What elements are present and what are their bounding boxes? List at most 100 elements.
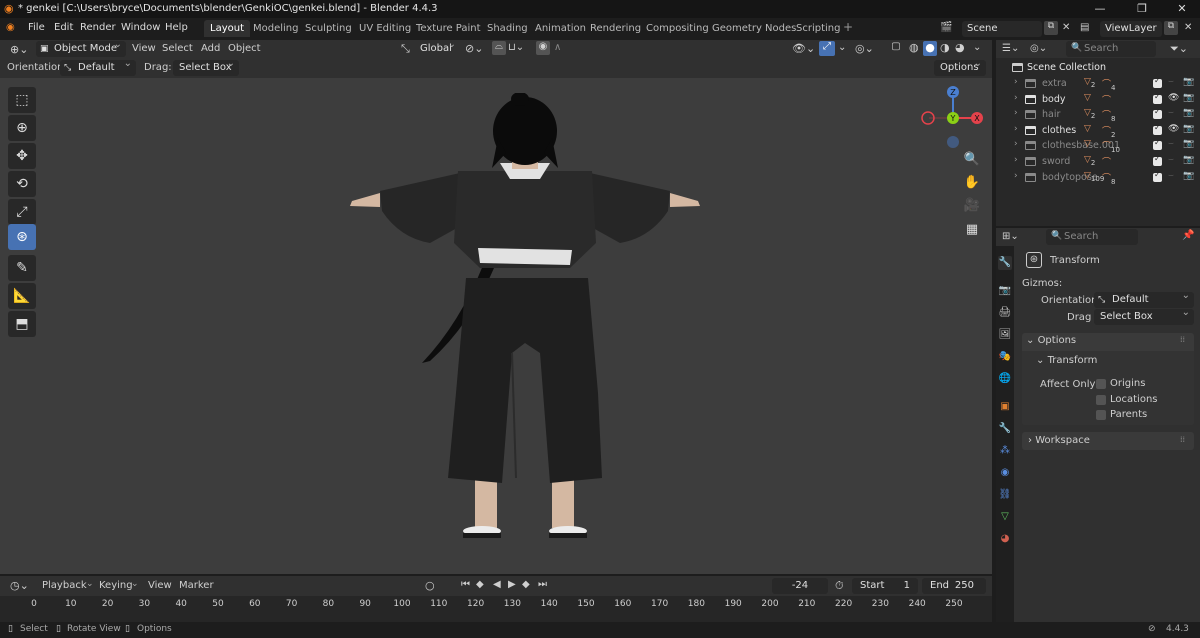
viewlayer-remove-icon[interactable]: ✕ — [1184, 22, 1192, 33]
drag-dropdown[interactable]: Select Box — [173, 58, 239, 76]
eye-closed-icon[interactable]: ⌣ — [1168, 108, 1174, 118]
outliner-row-body[interactable]: › body ▽ ⌒ 👁 📷 — [996, 92, 1200, 108]
outliner-search[interactable]: 🔍 Search — [1066, 41, 1156, 57]
camera-icon[interactable]: 📷 — [1183, 124, 1194, 134]
scene-tab-icon[interactable]: 🎭 — [998, 350, 1012, 364]
outliner-row-clothes[interactable]: › clothes ▽ ⌒2 👁 📷 — [996, 123, 1200, 139]
rotate-tool-icon[interactable]: ⟲ — [8, 171, 36, 197]
jump-start-icon[interactable]: ⏮ — [461, 579, 470, 590]
play-reverse-icon[interactable]: ◀ — [493, 579, 501, 590]
menu-select[interactable]: Select — [162, 43, 193, 54]
menu-file[interactable]: File — [28, 22, 45, 33]
snap-target-icon[interactable]: ⊔⌄ — [508, 42, 524, 53]
particles-tab-icon[interactable]: ⁂ — [998, 444, 1012, 458]
snap-icon[interactable]: ⌓ — [492, 41, 506, 55]
jump-end-icon[interactable]: ⏭ — [538, 579, 547, 590]
tab-geometry-nodes[interactable]: Geometry Nodes — [707, 22, 801, 35]
xray-icon[interactable]: ▢ — [889, 41, 903, 55]
tab-uv-editing[interactable]: UV Editing — [354, 22, 416, 35]
menu-render[interactable]: Render — [80, 22, 116, 33]
outliner-row-sword[interactable]: › sword ▽2 ⌒ ⌣ 📷 — [996, 154, 1200, 170]
current-frame-field[interactable]: -24 — [772, 578, 828, 594]
gizmo-toggle-icon[interactable]: ⤢ — [819, 41, 835, 56]
measure-tool-icon[interactable]: 📐 — [8, 283, 36, 309]
camera-icon[interactable]: 📷 — [1183, 155, 1194, 165]
play-icon[interactable]: ▶ — [508, 579, 516, 590]
shading-dropdown-icon[interactable]: ⌄ — [973, 42, 981, 53]
expand-arrow-icon[interactable]: › — [1014, 108, 1018, 118]
expand-arrow-icon[interactable]: › — [1014, 93, 1018, 103]
expand-arrow-icon[interactable]: › — [1014, 124, 1018, 134]
move-tool-icon[interactable]: ✥ — [8, 143, 36, 169]
properties-editor-icon[interactable]: ⊞⌄ — [1002, 231, 1019, 242]
scene-icon[interactable]: 🎬 — [940, 22, 952, 33]
collection-name[interactable]: extra — [1042, 78, 1067, 89]
proportional-edit-icon[interactable]: ◉ — [536, 41, 550, 55]
menu-window[interactable]: Window — [121, 22, 160, 33]
marker-menu[interactable]: Marker — [179, 580, 214, 591]
origins-checkbox[interactable] — [1096, 379, 1106, 389]
camera-icon[interactable]: 📷 — [1183, 77, 1194, 87]
camera-icon[interactable]: 📷 — [1183, 171, 1194, 181]
close-icon[interactable]: ✕ — [1162, 2, 1200, 15]
overlays-icon[interactable]: ◎⌄ — [855, 42, 874, 55]
outliner-row-extra[interactable]: › extra ▽2 ⌒4 ⌣ 📷 — [996, 76, 1200, 92]
outliner-editor-icon[interactable]: ☰⌄ — [1002, 43, 1019, 54]
transform-tool-icon[interactable]: ⊛ — [8, 224, 36, 250]
physics-tab-icon[interactable]: ◉ — [998, 466, 1012, 480]
select-box-tool-icon[interactable]: ⬚ — [8, 87, 36, 113]
timeline-view-menu[interactable]: View — [148, 580, 172, 591]
eye-closed-icon[interactable]: ⌣ — [1168, 171, 1174, 181]
navigation-gizmo[interactable]: Z Y X — [918, 84, 988, 154]
blender-menu-icon[interactable]: ◉ — [6, 22, 15, 33]
shading-wireframe-icon[interactable]: ◍ — [909, 41, 919, 54]
timeline-editor-icon[interactable]: ◷⌄ — [10, 579, 29, 592]
keying-menu[interactable]: Keying — [99, 580, 133, 591]
eye-icon[interactable]: 👁 — [1168, 124, 1179, 134]
3d-viewport[interactable]: ⬚ ⊕ ✥ ⟲ ⤢ ⊛ ✎ 📐 ⬒ Z Y X 🔍 ✋ 🎥 ▦ — [0, 78, 992, 574]
options-panel-header[interactable]: ⌄ Options — [1026, 335, 1076, 346]
render-tab-icon[interactable]: 📷 — [998, 284, 1012, 298]
eye-icon[interactable]: 👁 — [1168, 93, 1179, 103]
end-frame-field[interactable]: End 250 — [922, 578, 986, 594]
add-workspace-icon[interactable]: + — [843, 20, 853, 34]
transform-orientation-dropdown[interactable]: Global — [414, 39, 460, 57]
menu-object[interactable]: Object — [228, 43, 261, 54]
timeline-ruler[interactable]: 0 10 20 30 40 50 60 70 80 90 100 110 120 130 140 150 160… — [0, 596, 992, 622]
exclude-checkbox[interactable] — [1153, 76, 1162, 88]
viewlayer-icon[interactable]: ▤ — [1080, 22, 1089, 33]
outliner-row-hair[interactable]: › hair ▽2 ⌒8 ⌣ 📷 — [996, 107, 1200, 123]
material-tab-icon[interactable]: ◕ — [998, 532, 1012, 546]
gizmo-dropdown-icon[interactable]: ⌄ — [838, 42, 846, 53]
constraints-tab-icon[interactable]: ⛓ — [998, 488, 1012, 502]
preview-range-icon[interactable]: ⏱ — [835, 579, 844, 593]
menu-add[interactable]: Add — [201, 43, 220, 54]
world-tab-icon[interactable]: 🌐 — [998, 372, 1012, 386]
minimize-icon[interactable]: — — [1080, 2, 1120, 15]
expand-arrow-icon[interactable]: › — [1014, 139, 1018, 149]
outliner-row-bodytopose[interactable]: ›bodytopose▽109⌒8⌣📷 — [996, 170, 1200, 186]
editor-type-icon[interactable]: ⊕⌄ — [10, 43, 28, 56]
exclude-checkbox[interactable] — [1153, 107, 1162, 120]
options-dropdown[interactable]: Options — [934, 58, 986, 76]
camera-view-icon[interactable]: 🎥 — [961, 195, 983, 217]
camera-icon[interactable]: 📷 — [1183, 108, 1194, 118]
data-tab-icon[interactable]: ▽ — [998, 510, 1012, 524]
object-mode-dropdown[interactable]: ▣ Object Mode — [36, 39, 126, 57]
tab-shading[interactable]: Shading — [482, 22, 533, 35]
properties-search[interactable]: 🔍 Search — [1046, 229, 1138, 245]
parents-checkbox[interactable] — [1096, 410, 1106, 420]
zoom-icon[interactable]: 🔍 — [961, 149, 983, 171]
scene-remove-icon[interactable]: ✕ — [1062, 22, 1070, 33]
tab-animation[interactable]: Animation — [530, 22, 591, 35]
drag-handle-icon[interactable]: ⁞⁞ — [1180, 335, 1185, 344]
modifier-tab-icon[interactable]: 🔧 — [998, 422, 1012, 436]
expand-arrow-icon[interactable]: › — [1014, 155, 1018, 165]
next-keyframe-icon[interactable]: ◆ — [522, 579, 530, 590]
annotate-tool-icon[interactable]: ✎ — [8, 255, 36, 281]
camera-icon[interactable]: 📷 — [1183, 93, 1194, 103]
tab-rendering[interactable]: Rendering — [585, 22, 646, 35]
tab-scripting[interactable]: Scripting — [791, 22, 845, 35]
shading-rendered-icon[interactable]: ◕ — [955, 41, 965, 54]
exclude-checkbox[interactable] — [1153, 170, 1162, 182]
